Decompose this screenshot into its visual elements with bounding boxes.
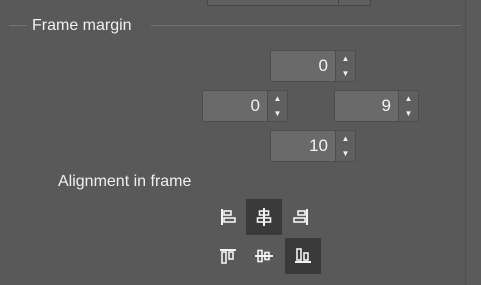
- align-left-icon: [221, 209, 236, 225]
- margin-right-input[interactable]: 9: [334, 90, 399, 122]
- group-divider-left: [9, 25, 27, 26]
- increment-icon[interactable]: ▲: [268, 91, 287, 106]
- align-center-vertical-button[interactable]: [246, 238, 282, 274]
- margin-bottom-spinbox[interactable]: 10 ▲ ▼: [270, 130, 356, 162]
- alignment-label: Alignment in frame: [58, 173, 192, 190]
- align-left-button[interactable]: [210, 199, 246, 235]
- align-right-icon: [293, 209, 308, 225]
- decrement-icon[interactable]: ▼: [268, 106, 287, 121]
- align-top-icon: [220, 249, 236, 264]
- align-bottom-icon: [295, 248, 311, 263]
- align-center-horizontal-button[interactable]: [246, 199, 282, 235]
- increment-icon[interactable]: ▲: [336, 131, 355, 146]
- align-right-button[interactable]: [283, 199, 319, 235]
- decrement-icon[interactable]: ▼: [399, 106, 418, 121]
- increment-icon[interactable]: ▲: [399, 91, 418, 106]
- margin-bottom-stepper[interactable]: ▲ ▼: [336, 130, 356, 162]
- align-center-vertical-icon: [255, 249, 273, 263]
- margin-right-stepper[interactable]: ▲ ▼: [399, 90, 419, 122]
- align-center-horizontal-icon: [256, 208, 272, 226]
- margin-top-spinbox[interactable]: 0 ▲ ▼: [270, 50, 356, 82]
- decrement-icon[interactable]: ▼: [336, 66, 355, 81]
- margin-left-stepper[interactable]: ▲ ▼: [268, 90, 288, 122]
- align-top-button[interactable]: [210, 238, 246, 274]
- margin-right-spinbox[interactable]: 9 ▲ ▼: [334, 90, 419, 122]
- margin-top-input[interactable]: 0: [270, 50, 336, 82]
- group-divider-right: [151, 25, 461, 26]
- panel-edge: [466, 0, 481, 285]
- margin-top-stepper[interactable]: ▲ ▼: [336, 50, 356, 82]
- margin-bottom-input[interactable]: 10: [270, 130, 336, 162]
- margin-left-spinbox[interactable]: 0 ▲ ▼: [202, 90, 288, 122]
- increment-icon[interactable]: ▲: [336, 51, 355, 66]
- margin-left-input[interactable]: 0: [202, 90, 268, 122]
- frame-margin-title: Frame margin: [32, 17, 132, 34]
- align-bottom-button[interactable]: [285, 238, 321, 274]
- decrement-icon[interactable]: ▼: [336, 146, 355, 161]
- top-cut-off-control[interactable]: [207, 0, 371, 6]
